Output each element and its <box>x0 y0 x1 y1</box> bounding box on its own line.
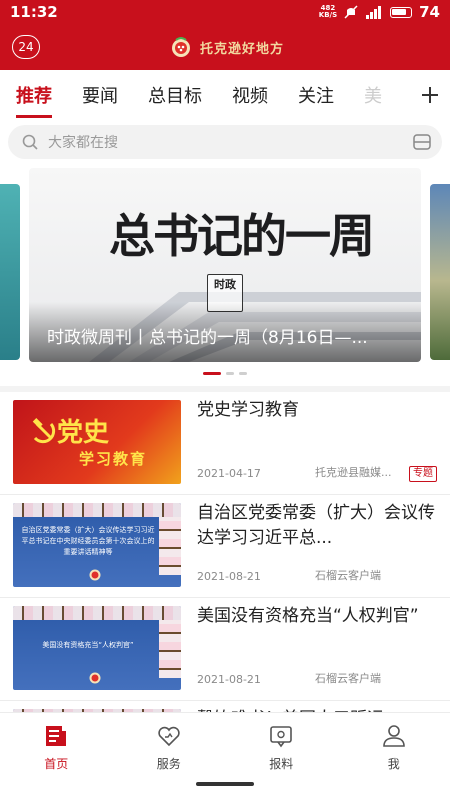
nav-label: 首页 <box>44 757 69 771</box>
blossom-decoration <box>159 620 181 678</box>
tab-video[interactable]: 视频 <box>232 82 268 108</box>
bottom-nav: 首页 服务 报料 我 <box>0 712 450 800</box>
pomegranate-logo-icon <box>89 569 101 581</box>
plus-icon <box>422 87 438 103</box>
mute-icon <box>344 5 358 19</box>
carousel-dot[interactable] <box>239 372 247 375</box>
blossom-decoration <box>159 517 181 575</box>
logo-text: 托克逊好地方 <box>199 41 284 57</box>
nav-home[interactable]: 首页 <box>0 713 113 800</box>
tab-more-partial[interactable]: 美 <box>364 82 382 108</box>
battery-icon <box>390 6 413 18</box>
signal-icon <box>366 5 382 19</box>
search-input[interactable]: 大家都在搜 <box>8 125 442 159</box>
news-date: 2021-08-21 <box>197 673 261 686</box>
nav-me[interactable]: 我 <box>338 713 450 800</box>
network-speed: 482 KB/S <box>319 5 337 19</box>
carousel-main-card[interactable]: 总书记的一周 时政 时政微周刊丨总书记的一周（8月16日—... <box>29 168 421 362</box>
app-header: 24 托克逊好地方 <box>0 24 450 70</box>
carousel-dots <box>0 372 450 375</box>
news-title: 党史学习教育 <box>197 400 299 420</box>
news-item[interactable]: 美国没有资格充当“人权判官” 美国没有资格充当“人权判官” 2021-08-21… <box>0 598 450 701</box>
status-icons: 482 KB/S 74 <box>319 3 440 21</box>
news-title: 美国没有资格充当“人权判官” <box>197 606 419 626</box>
weather-badge[interactable]: 24 <box>12 35 40 59</box>
banner-caption: 时政微周刊丨总书记的一周（8月16日—... <box>47 328 368 348</box>
thumbnail-subtitle: 学习教育 <box>79 450 148 468</box>
pomegranate-logo-icon <box>89 672 101 684</box>
nav-label: 我 <box>387 757 400 771</box>
blossom-decoration <box>13 503 181 517</box>
tab-recommend[interactable]: 推荐 <box>16 82 52 118</box>
home-indicator <box>196 782 254 786</box>
carousel-dot[interactable] <box>226 372 234 375</box>
nav-label: 服务 <box>156 757 181 771</box>
search-row: 大家都在搜 <box>0 120 450 164</box>
news-item[interactable]: 党史 学习教育 党史学习教育 2021-04-17 托克逊县融媒... 专题 <box>0 392 450 495</box>
add-tab-button[interactable] <box>410 70 450 120</box>
person-icon <box>382 725 405 747</box>
news-title: 自治区党委常委（扩大）会议传达学习习近平总... <box>197 503 435 548</box>
carousel-prev-card[interactable] <box>0 184 20 360</box>
pomegranate-logo-icon <box>171 37 190 57</box>
search-icon <box>22 134 38 150</box>
network-speed-unit: KB/S <box>318 11 338 19</box>
nav-service[interactable]: 服务 <box>113 713 226 800</box>
status-time: 11:32 <box>10 3 58 21</box>
app-logo: 托克逊好地方 <box>166 36 284 58</box>
news-item[interactable]: 自治区党委常委（扩大）会议传达学习习近平总书记在中央财经委员会第十次会议上的重要… <box>0 495 450 598</box>
thumbnail-title: 党史 <box>57 418 110 448</box>
nav-label: 报料 <box>269 757 294 771</box>
news-thumbnail: 美国没有资格充当“人权判官” <box>13 606 181 690</box>
search-placeholder: 大家都在搜 <box>48 135 118 151</box>
report-chat-icon <box>270 726 293 748</box>
news-thumbnail: 党史 学习教育 <box>13 400 181 484</box>
tab-headlines[interactable]: 要闻 <box>82 82 118 108</box>
news-source: 石榴云客户端 <box>315 672 381 685</box>
banner-carousel[interactable]: 总书记的一周 时政 时政微周刊丨总书记的一周（8月16日—... <box>0 168 450 386</box>
news-source: 托克逊县融媒... <box>315 466 392 479</box>
news-date: 2021-08-21 <box>197 570 261 583</box>
banner-art-title: 总书记的一周 <box>109 209 375 263</box>
tab-follow[interactable]: 关注 <box>298 82 334 108</box>
thumbnail-text: 自治区党委常委（扩大）会议传达学习习近平总书记在中央财经委员会第十次会议上的重要… <box>21 526 155 556</box>
nav-report[interactable]: 报料 <box>225 713 338 800</box>
thumbnail-text: 美国没有资格充当“人权判官” <box>42 641 134 649</box>
news-date: 2021-04-17 <box>197 467 261 480</box>
blossom-decoration <box>13 606 181 620</box>
tab-general-goal[interactable]: 总目标 <box>148 82 202 108</box>
carousel-next-card[interactable] <box>430 184 450 360</box>
status-bar: 11:32 482 KB/S 74 <box>0 0 450 24</box>
battery-percent: 74 <box>419 3 440 21</box>
hammer-sickle-icon <box>32 418 56 444</box>
heart-service-icon <box>158 726 180 747</box>
news-thumbnail: 自治区党委常委（扩大）会议传达学习习近平总书记在中央财经委员会第十次会议上的重要… <box>13 503 181 587</box>
home-news-icon <box>46 726 67 746</box>
category-tabs: 推荐 要闻 总目标 视频 关注 美 <box>0 70 450 120</box>
topic-badge: 专题 <box>409 466 437 482</box>
news-source: 石榴云客户端 <box>315 569 381 582</box>
carousel-dot[interactable] <box>203 372 221 375</box>
scan-icon[interactable] <box>412 132 432 152</box>
